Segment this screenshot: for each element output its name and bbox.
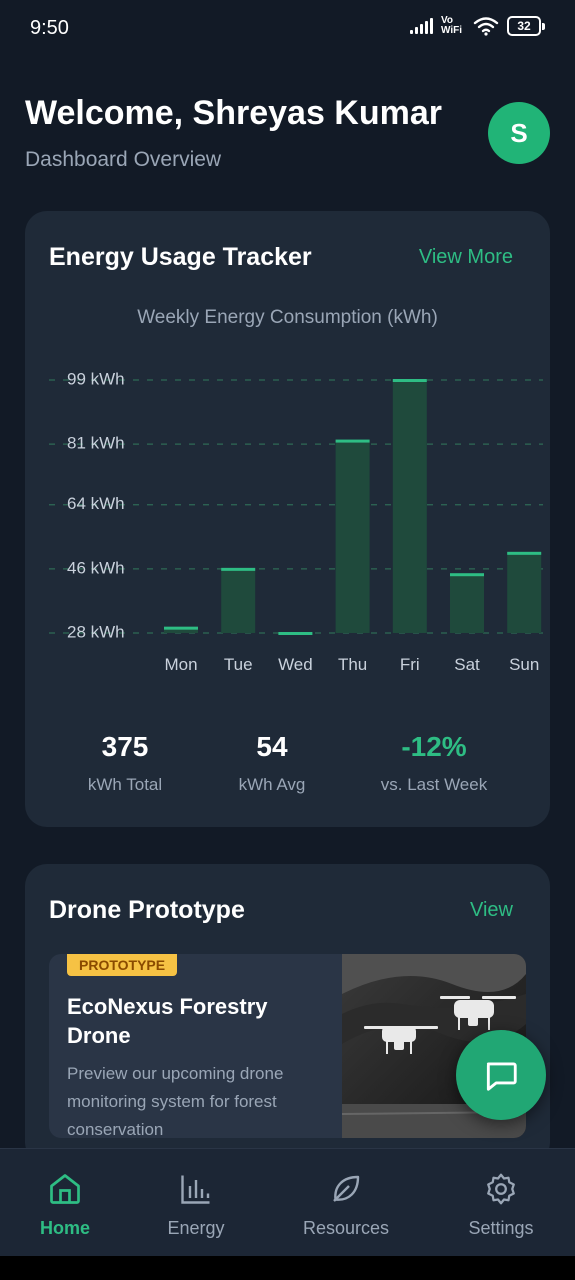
nav-settings[interactable]: Settings xyxy=(456,1171,546,1239)
stat-average-value: 54 xyxy=(256,731,288,762)
prototype-title: EcoNexus Forestry Drone xyxy=(67,994,268,1048)
status-bar: 9:50 Vo WiFi 32 xyxy=(0,0,575,56)
view-more-link[interactable]: View More xyxy=(419,246,513,269)
chart-bar xyxy=(507,552,542,633)
dashboard-header: Welcome, Shreyas Kumar Dashboard Overvie… xyxy=(25,92,550,182)
chart-bar xyxy=(392,380,427,633)
status-icons: Vo WiFi 32 xyxy=(410,16,545,36)
x-tick-label: Mon xyxy=(164,655,197,674)
drone-view-link[interactable]: View xyxy=(470,899,513,922)
chart-bar-top xyxy=(278,632,313,635)
nav-settings-label: Settings xyxy=(468,1218,534,1238)
prototype-badge: PROTOTYPE xyxy=(67,954,178,976)
chart-bar xyxy=(450,574,484,633)
stat-total-label: kWh Total xyxy=(87,775,163,794)
y-tick-label: 46 kWh xyxy=(67,558,125,577)
y-tick-label: 64 kWh xyxy=(67,494,125,513)
x-tick-label: Tue xyxy=(224,655,253,674)
avatar[interactable]: S xyxy=(488,102,550,164)
x-tick-label: Sat xyxy=(454,655,480,674)
battery-icon: 32 xyxy=(507,16,545,36)
signal-icon xyxy=(410,18,433,34)
chart-bar-top xyxy=(164,626,198,630)
stat-average-label: kWh Avg xyxy=(238,775,306,794)
stat-total: 375 kWh Total xyxy=(65,731,185,795)
nav-resources-label: Resources xyxy=(302,1218,390,1238)
chart-bar xyxy=(335,440,370,633)
nav-resources[interactable]: Resources xyxy=(296,1171,396,1239)
stat-change: -12% vs. Last Week xyxy=(359,731,509,795)
chart-bar-top xyxy=(392,379,427,382)
drone-prototype-card: Drone Prototype View PROTOTYPE EcoNexus … xyxy=(25,864,550,1164)
prototype-item[interactable]: PROTOTYPE EcoNexus Forestry Drone Previe… xyxy=(49,954,526,1138)
chat-bubble-icon xyxy=(486,1062,517,1091)
stat-change-label: vs. Last Week xyxy=(380,775,488,794)
energy-bar-chart: 28 kWh 46 kWh 64 kWh 81 kWh 99 kWh Mon Tue Wed T… xyxy=(49,369,543,674)
chat-fab-button[interactable] xyxy=(456,1030,546,1120)
chart-bar-top xyxy=(450,573,484,577)
stat-average: 54 kWh Avg xyxy=(212,731,332,795)
leaf-icon xyxy=(333,1175,360,1202)
welcome-title: Welcome, Shreyas Kumar xyxy=(25,94,442,132)
nav-home[interactable]: Home xyxy=(30,1171,100,1239)
energy-card-title: Energy Usage Tracker xyxy=(49,243,312,271)
x-tick-label: Sun xyxy=(509,655,539,674)
bottom-navigation: Home Energy Resources Settings xyxy=(0,1148,575,1257)
status-time: 9:50 xyxy=(30,17,69,39)
y-tick-label: 28 kWh xyxy=(67,622,125,641)
stat-change-value: -12% xyxy=(401,731,467,762)
dashboard-subtitle: Dashboard Overview xyxy=(25,148,222,171)
wifi-icon xyxy=(473,17,499,36)
x-tick-label: Thu xyxy=(338,655,367,674)
chart-title: Weekly Energy Consumption (kWh) xyxy=(137,307,438,328)
nav-energy[interactable]: Energy xyxy=(156,1171,236,1239)
x-tick-label: Wed xyxy=(278,655,313,674)
nav-home-label: Home xyxy=(39,1218,90,1238)
x-tick-label: Fri xyxy=(400,655,420,674)
chart-bar xyxy=(221,568,256,633)
vowifi-label: Vo WiFi xyxy=(441,15,463,36)
energy-stats: 375 kWh Total 54 kWh Avg -12% vs. Last W… xyxy=(25,731,550,811)
chart-bar-top xyxy=(507,551,542,555)
chart-bar-top xyxy=(335,439,370,443)
y-tick-label: 81 kWh xyxy=(67,434,125,453)
y-tick-label: 99 kWh xyxy=(67,369,125,388)
stat-total-value: 375 xyxy=(101,731,149,762)
prototype-description: Preview our upcoming drone monitoring sy… xyxy=(67,1064,284,1138)
gear-icon xyxy=(487,1173,515,1205)
battery-level: 32 xyxy=(507,16,541,36)
bar-chart-icon xyxy=(181,1175,210,1204)
home-icon xyxy=(50,1174,80,1204)
chart-bar-top xyxy=(221,567,256,571)
system-gesture-bar xyxy=(0,1256,575,1280)
drone-card-title: Drone Prototype xyxy=(49,896,245,924)
nav-energy-label: Energy xyxy=(167,1218,225,1238)
energy-usage-card: 28 kWh 46 kWh 64 kWh 81 kWh 99 kWh Mon Tue Wed T… xyxy=(25,211,550,827)
